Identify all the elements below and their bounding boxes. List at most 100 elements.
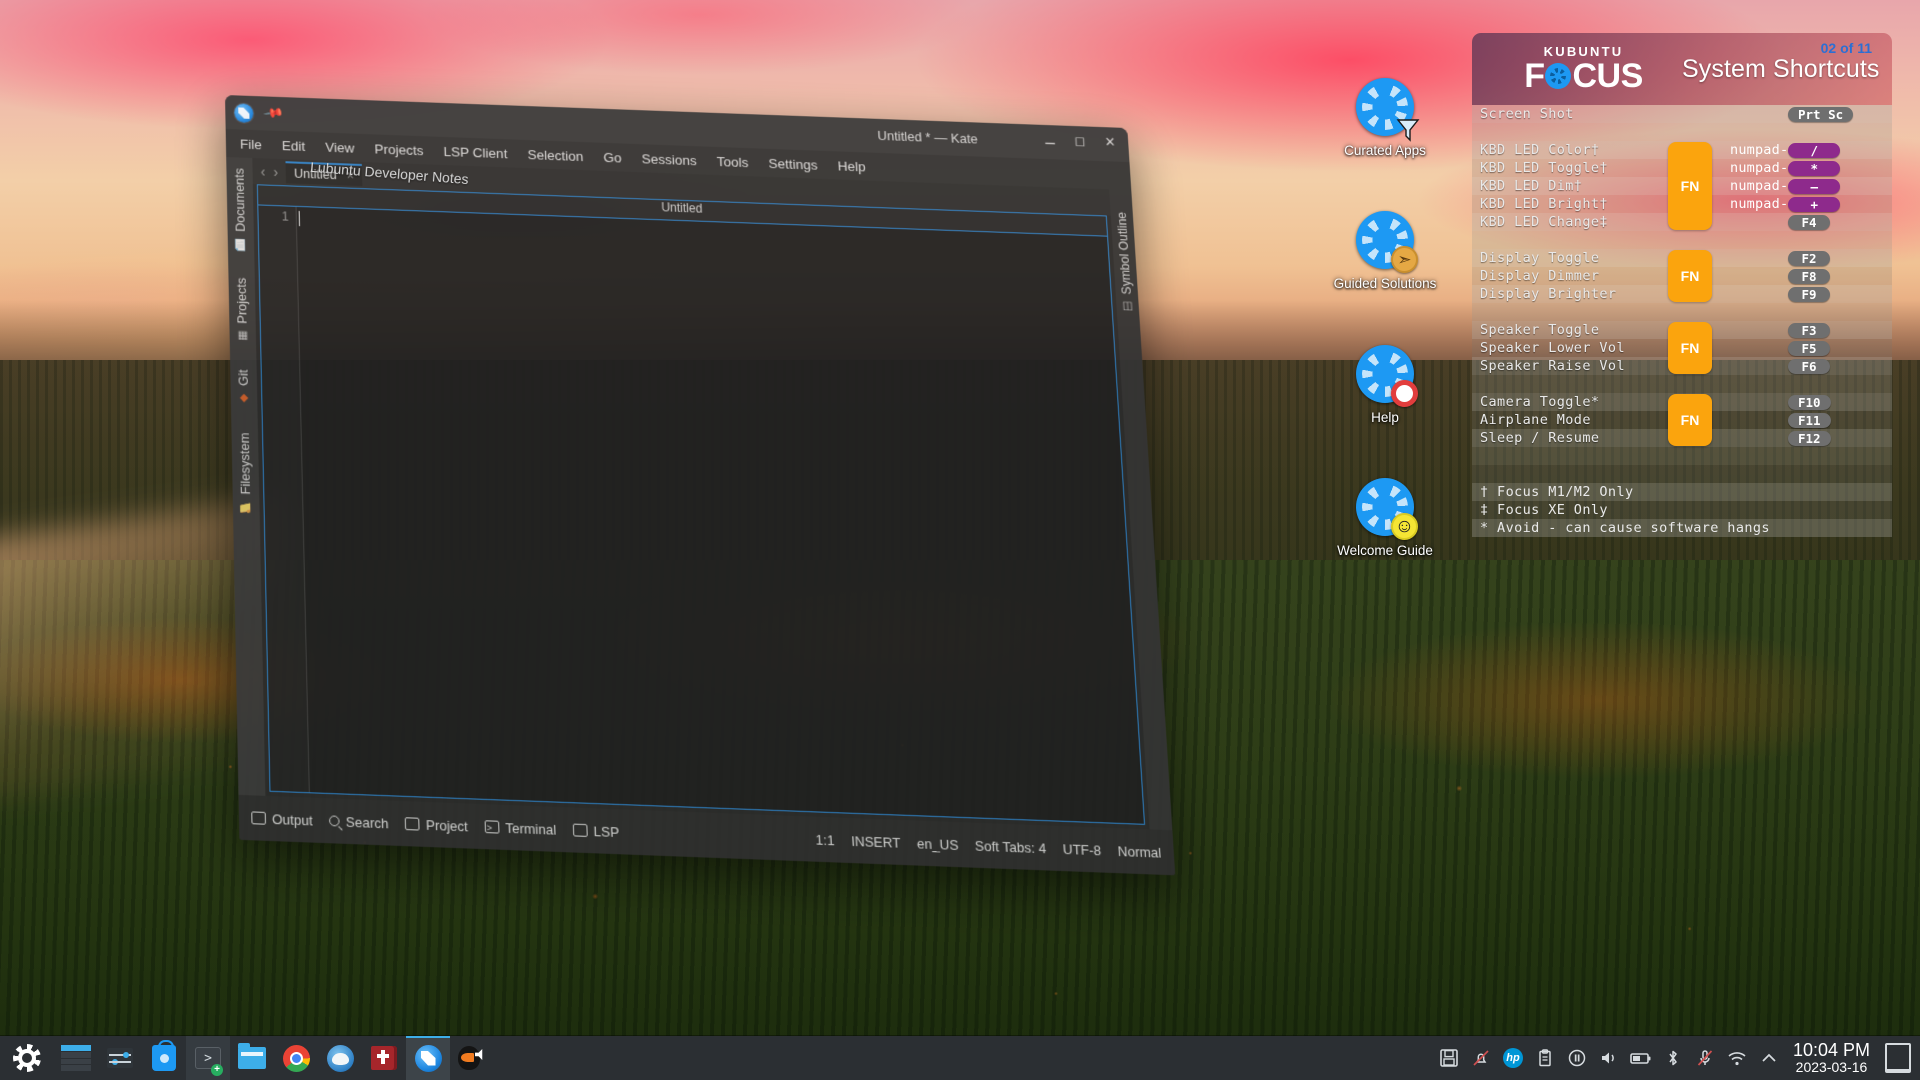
pager[interactable]: [54, 1036, 98, 1080]
notifications-muted-icon[interactable]: [1465, 1036, 1497, 1080]
desktop-icon-help[interactable]: Help: [1320, 344, 1450, 426]
system-settings[interactable]: [98, 1036, 142, 1080]
statusbar-lsp-button[interactable]: LSP: [572, 822, 619, 840]
statusbar-project-button[interactable]: Project: [404, 816, 468, 834]
shortcut-key: F3: [1788, 322, 1830, 338]
shortcut-action-label: Display Brighter: [1480, 286, 1617, 302]
hp-logo-icon[interactable]: hp: [1497, 1036, 1529, 1080]
sidebar-tab-projects[interactable]: ▦ Projects: [235, 277, 250, 343]
sidebar-tab-symbol-outline[interactable]: ◫ Symbol Outline: [1115, 212, 1136, 314]
kate-window-title: Untitled * — Kate: [877, 127, 979, 147]
encoding[interactable]: UTF-8: [1062, 840, 1101, 858]
statusbar-search-button[interactable]: Search: [329, 813, 389, 831]
menu-edit[interactable]: Edit: [282, 138, 306, 154]
save-session-icon[interactable]: [1433, 1036, 1465, 1080]
nav-back-icon[interactable]: ‹: [260, 163, 265, 179]
show-desktop-button[interactable]: [1882, 1036, 1914, 1080]
system-shortcuts-overlay: KUBUNTU F CUS System Shortcuts 02 of 11 …: [1472, 33, 1892, 537]
thunderbird-mail[interactable]: [318, 1036, 362, 1080]
menu-lsp-client[interactable]: LSP Client: [443, 143, 507, 160]
media-player-pause-icon[interactable]: [1561, 1036, 1593, 1080]
shortcut-key: F11: [1788, 412, 1831, 428]
spellcheck-lang[interactable]: en_US: [917, 835, 959, 853]
kickoff-application-launcher[interactable]: [0, 1036, 54, 1080]
input-mode[interactable]: INSERT: [851, 832, 901, 850]
kate-editor-view[interactable]: Untitled 1: [256, 184, 1146, 825]
audio-reader[interactable]: [450, 1036, 494, 1080]
pager-icon: [61, 1045, 91, 1071]
sidebar-tab-documents[interactable]: 📄 Documents: [232, 167, 248, 251]
menu-go[interactable]: Go: [603, 149, 622, 165]
minimize-icon[interactable]: ⚊: [1041, 132, 1058, 149]
shortcut-key: F12: [1788, 430, 1831, 446]
clipboard-icon[interactable]: [1529, 1036, 1561, 1080]
menu-sessions[interactable]: Sessions: [641, 151, 697, 168]
statusbar-output-button[interactable]: Output: [251, 810, 313, 828]
compass-icon: ➣: [1391, 246, 1418, 274]
projects-icon: ▦: [237, 329, 250, 343]
shortcut-group: Camera Toggle* F10 Airplane Mode F11 Sleep /…: [1472, 393, 1892, 447]
sidebar-tab-git[interactable]: ◆ Git: [236, 369, 251, 405]
shortcut-key: /: [1788, 142, 1841, 158]
close-icon[interactable]: ✕: [1102, 134, 1119, 151]
menu-file[interactable]: File: [240, 136, 262, 152]
konsole-terminal[interactable]: > +: [186, 1036, 230, 1080]
highlight-mode[interactable]: Normal: [1117, 843, 1162, 861]
clock-date: 2023-03-16: [1795, 1059, 1868, 1076]
lifering-icon: [1391, 379, 1418, 407]
menu-settings[interactable]: Settings: [768, 155, 818, 172]
kate-editor-window[interactable]: 📌 Untitled * — Kate ⚊ ◻ ✕ File Edit View…: [225, 95, 1176, 876]
menu-view[interactable]: View: [325, 139, 355, 155]
shortcut-action-label: Display Dimmer: [1480, 268, 1600, 284]
shortcut-action-label: Sleep / Resume: [1480, 430, 1600, 446]
discover-software-center[interactable]: [142, 1036, 186, 1080]
tab-settings[interactable]: Soft Tabs: 4: [975, 837, 1047, 856]
network-wifi-icon[interactable]: [1721, 1036, 1753, 1080]
shortcut-key: F8: [1788, 268, 1830, 284]
funnel-icon: [1394, 116, 1421, 143]
microphone-muted-icon[interactable]: [1689, 1036, 1721, 1080]
sidebar-tab-filesystem[interactable]: 📁 Filesystem: [238, 432, 254, 515]
logo-letters-cus: CUS: [1572, 57, 1643, 95]
kubuntu-k-icon: [13, 1044, 41, 1072]
shortcut-action-label: Speaker Raise Vol: [1480, 358, 1625, 374]
menu-tools[interactable]: Tools: [716, 153, 748, 169]
shortcut-action-label: KBD LED Bright†: [1480, 196, 1608, 212]
shortcut-key-cell: numpad- —: [1730, 177, 1892, 195]
volume-icon[interactable]: [1593, 1036, 1625, 1080]
logo-focus-text: F CUS: [1496, 59, 1671, 93]
cursor-position[interactable]: 1:1: [815, 831, 835, 848]
desktop-icon-curated-apps[interactable]: Curated Apps: [1320, 78, 1450, 159]
footnote-text: † Focus M1/M2 Only: [1480, 484, 1634, 500]
statusbar-terminal-button[interactable]: Terminal: [484, 819, 557, 837]
desktop-icon-welcome-guide[interactable]: ☺ Welcome Guide: [1320, 478, 1450, 559]
text-editing-area[interactable]: [297, 207, 1144, 824]
software-store-icon: [152, 1040, 176, 1071]
desktop-icon-column: Curated Apps ➣ Guided Solutions Help ☺ W…: [1320, 78, 1450, 612]
shortcut-row: Screen Shot Prt Sc: [1472, 105, 1892, 123]
menu-projects[interactable]: Projects: [374, 141, 423, 158]
desktop-icon-guided-solutions[interactable]: ➣ Guided Solutions: [1320, 211, 1450, 292]
file-manager[interactable]: [230, 1036, 274, 1080]
output-icon: [251, 811, 266, 825]
bible-app[interactable]: [362, 1036, 406, 1080]
sliders-icon: [107, 1048, 133, 1068]
menu-help[interactable]: Help: [837, 158, 866, 174]
maximize-icon[interactable]: ◻: [1071, 133, 1088, 150]
nav-forward-icon[interactable]: ›: [273, 164, 278, 180]
battery-icon[interactable]: [1625, 1036, 1657, 1080]
kate-editor-task[interactable]: [406, 1036, 450, 1080]
curated-apps-icon: [1356, 78, 1419, 142]
menu-selection[interactable]: Selection: [527, 147, 583, 164]
digital-clock[interactable]: 10:04 PM 2023-03-16: [1785, 1040, 1882, 1076]
kate-app-icon: [234, 103, 254, 123]
pin-icon[interactable]: 📌: [262, 102, 285, 125]
fn-key-block: FN: [1668, 250, 1712, 302]
desktop-icon-label: Help: [1371, 409, 1399, 425]
show-hidden-tray-chevron-up-icon[interactable]: [1753, 1036, 1785, 1080]
folder-icon: [238, 1043, 266, 1069]
bluetooth-icon[interactable]: [1657, 1036, 1689, 1080]
google-chrome[interactable]: [274, 1036, 318, 1080]
taskbar[interactable]: > + hp 10:04 PM 2023-03-16: [0, 1036, 1920, 1080]
terminal-icon: [484, 820, 500, 834]
